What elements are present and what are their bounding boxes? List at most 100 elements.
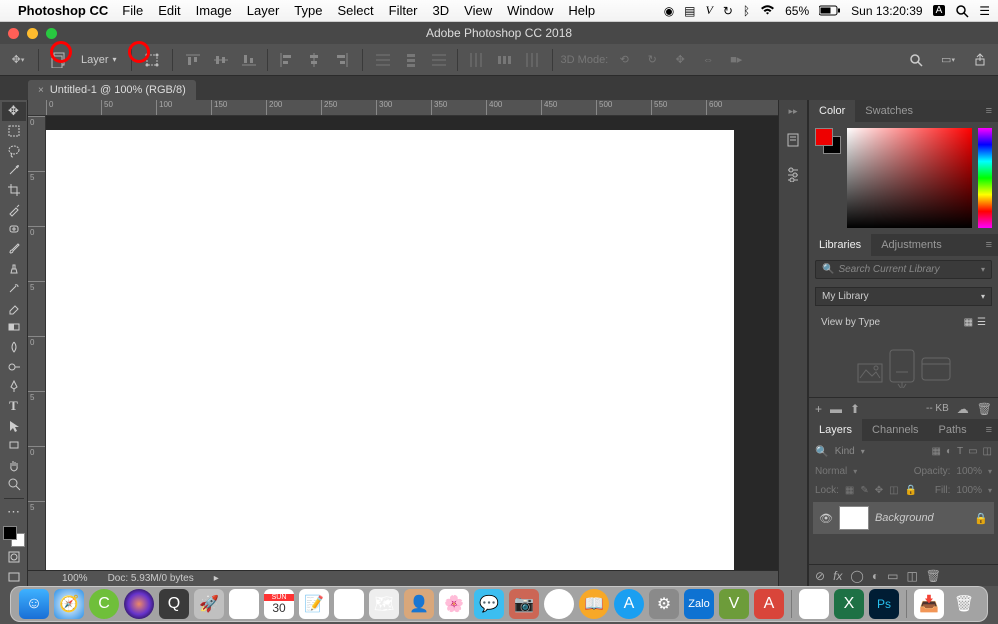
visibility-icon[interactable]: 👁 [819,512,833,525]
library-search[interactable]: 🔍 Search Current Library ▾ [815,260,992,279]
expand-panels-icon[interactable]: ▸▸ [788,106,797,117]
coccoc-icon[interactable]: C [89,589,119,619]
lock-pixels-icon[interactable]: ▦ [845,485,854,496]
zoom-tool[interactable] [2,475,26,494]
menu-select[interactable]: Select [337,3,373,18]
align-hcenter-icon[interactable] [302,48,326,72]
adjustment-layer-icon[interactable]: ◐ [872,569,879,583]
filter-shape-icon[interactable]: ▭ [968,446,977,457]
spotlight-icon[interactable] [955,4,969,18]
new-layer-icon[interactable]: ◫ [906,569,917,583]
layer-thumbnail[interactable] [839,506,869,530]
lock-icon[interactable]: 🔒 [974,512,988,525]
panel-menu-icon[interactable]: ≡ [986,105,998,117]
clone-stamp-tool[interactable] [2,259,26,278]
folder-icon[interactable]: ▬ [830,402,842,416]
delete-layer-icon[interactable]: 🗑 [926,569,941,583]
clock[interactable]: Sun 13:20:39 [851,4,922,18]
menu-type[interactable]: Type [294,3,322,18]
workspace-switcher-icon[interactable]: ▭▾ [936,48,960,72]
blur-tool[interactable] [2,338,26,357]
share-icon[interactable] [968,48,992,72]
gradient-tool[interactable] [2,318,26,337]
fill-value[interactable]: 100% [956,485,982,496]
menu-3d[interactable]: 3D [433,3,450,18]
healing-brush-tool[interactable] [2,220,26,239]
zoom-button[interactable] [46,28,57,39]
color-picker[interactable] [847,128,972,228]
dist-vcenter-icon[interactable] [399,48,423,72]
align-bottom-icon[interactable] [237,48,261,72]
dist-hcenter-icon[interactable] [492,48,516,72]
menu-filter[interactable]: Filter [389,3,418,18]
excel-icon[interactable]: X [834,589,864,619]
doc-size[interactable]: Doc: 5.93M/0 bytes [108,573,194,584]
align-top-icon[interactable] [181,48,205,72]
minimize-button[interactable] [27,28,38,39]
dist-right-icon[interactable] [520,48,544,72]
move-tool-indicator[interactable]: ✥▾ [6,48,30,72]
layer-row-background[interactable]: 👁 Background 🔒 [813,502,994,534]
cc-status-icon[interactable]: ◉ [664,4,674,18]
library-selector[interactable]: My Library▾ [815,287,992,306]
path-selection-tool[interactable] [2,416,26,435]
align-right-icon[interactable] [330,48,354,72]
appstore-icon[interactable]: A [614,589,644,619]
history-brush-tool[interactable] [2,279,26,298]
photobooth-icon[interactable]: 📷 [509,589,539,619]
menu-layer[interactable]: Layer [247,3,280,18]
pen-tool[interactable] [2,377,26,396]
panel-menu-icon[interactable]: ≡ [986,239,998,251]
finder-icon[interactable]: ☺ [19,589,49,619]
quicktime-icon[interactable]: Q [159,589,189,619]
canvas-viewport[interactable] [46,116,778,570]
canvas[interactable] [46,130,734,570]
opacity-value[interactable]: 100% [956,466,982,477]
color-tab[interactable]: Color [809,100,855,122]
sysprefs-icon[interactable]: ⚙ [649,589,679,619]
image-file-icon[interactable]: 🏞 [799,589,829,619]
filter-adjust-icon[interactable]: ◐ [946,446,952,457]
channels-tab[interactable]: Channels [862,419,928,441]
layer-name[interactable]: Background [875,512,934,524]
v-icon[interactable]: V [706,3,713,18]
vray-icon[interactable]: V [719,589,749,619]
panel-menu-icon[interactable]: ≡ [986,424,998,436]
dodge-tool[interactable] [2,357,26,376]
battery-icon[interactable] [819,5,841,16]
siri-icon[interactable] [124,589,154,619]
close-button[interactable] [8,28,19,39]
menu-image[interactable]: Image [196,3,232,18]
foreground-background-swatch[interactable] [815,128,841,154]
filter-type-icon[interactable]: T [957,446,963,457]
input-source-icon[interactable]: A [933,5,946,16]
messages-icon[interactable]: 💬 [474,589,504,619]
timemachine-icon[interactable]: ↻ [723,4,733,18]
brush-tool[interactable] [2,239,26,258]
notification-center-icon[interactable]: ☰ [979,4,990,18]
menu-help[interactable]: Help [568,3,595,18]
preview-icon[interactable]: 🖼 [229,589,259,619]
reminders-icon[interactable]: ☑ [334,589,364,619]
quick-mask-icon[interactable] [2,548,26,567]
status-arrow-icon[interactable]: ▸ [214,573,219,584]
move-tool[interactable]: ✥ [2,102,26,121]
dist-bottom-icon[interactable] [427,48,451,72]
eraser-tool[interactable] [2,298,26,317]
layer-fx-icon[interactable]: fx [833,569,842,583]
menu-file[interactable]: File [122,3,143,18]
magic-wand-tool[interactable] [2,161,26,180]
hue-slider[interactable] [978,128,992,228]
grid-view-icon[interactable]: ▦ [964,317,973,328]
wifi-icon[interactable] [760,5,775,16]
trash-icon[interactable]: 🗑 [949,589,979,619]
app-name[interactable]: Photoshop CC [18,3,108,18]
align-left-icon[interactable] [274,48,298,72]
menu-view[interactable]: View [464,3,492,18]
ibooks-icon[interactable]: 📖 [579,589,609,619]
search-icon[interactable] [904,48,928,72]
downloads-icon[interactable]: 📥 [914,589,944,619]
link-layers-icon[interactable]: ⊘ [815,569,825,583]
menu-edit[interactable]: Edit [158,3,180,18]
dist-left-icon[interactable] [464,48,488,72]
